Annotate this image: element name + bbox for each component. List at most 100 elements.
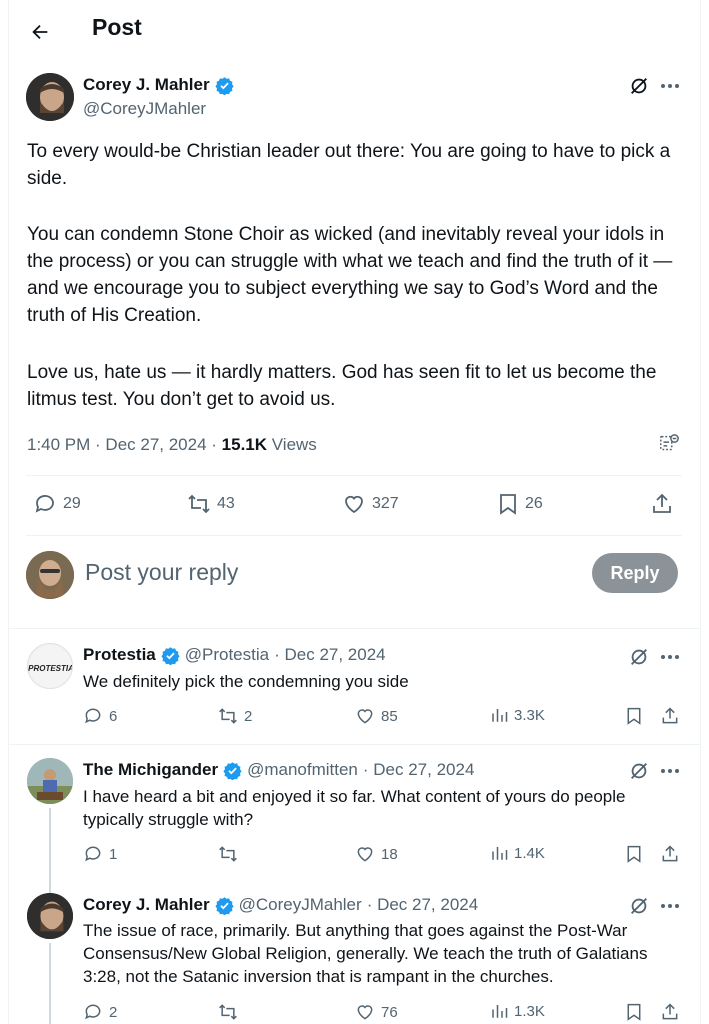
more-icon[interactable] — [658, 76, 682, 96]
verified-badge-icon — [161, 646, 180, 665]
views-action[interactable]: 1.4K — [490, 844, 545, 862]
like-count: 327 — [372, 495, 399, 512]
heart-icon — [357, 709, 373, 724]
views-count: 1.3K — [514, 1002, 545, 1020]
reply-text: The issue of race, primarily. But anythi… — [83, 921, 648, 986]
repost-icon — [219, 708, 237, 724]
post-text-p2: You can condemn Stone Choir as wicked (a… — [27, 224, 673, 326]
thread-line — [49, 943, 51, 1024]
post-text-p3: Love us, hate us — it hardly matters. Go… — [27, 362, 657, 410]
right-border — [700, 0, 701, 1024]
views-icon — [492, 847, 508, 860]
repost-action[interactable] — [218, 844, 244, 864]
bookmark-action[interactable] — [625, 1002, 643, 1022]
repost-action[interactable]: 43 — [187, 492, 235, 516]
like-count: 76 — [381, 1003, 398, 1021]
share-icon — [662, 845, 678, 862]
heart-icon — [357, 847, 373, 862]
reply-button[interactable]: Reply — [592, 553, 678, 593]
reply-author-name[interactable]: Corey J. Mahler — [83, 895, 210, 915]
reply-date[interactable]: · Dec 27, 2024 — [363, 760, 475, 780]
verified-badge-icon — [223, 761, 242, 780]
post-meta: 1:40 PM · Dec 27, 2024 · 15.1K Views — [27, 435, 317, 455]
bookmark-count: 26 — [525, 495, 543, 512]
share-icon — [653, 493, 671, 513]
post-timestamp[interactable]: 1:40 PM · Dec 27, 2024 · — [27, 435, 222, 454]
avatar[interactable] — [26, 73, 74, 121]
views-label: Views — [267, 435, 317, 454]
left-border — [8, 0, 9, 1024]
reply-action[interactable]: 1 — [83, 844, 117, 864]
more-icon[interactable] — [658, 647, 682, 667]
reply-action[interactable]: 2 — [83, 1002, 117, 1022]
bookmark-icon — [627, 707, 641, 725]
like-count: 85 — [381, 707, 398, 725]
views-action[interactable]: 1.3K — [490, 1002, 545, 1020]
reply-author-name[interactable]: The Michigander — [83, 760, 218, 780]
share-icon — [662, 707, 678, 724]
reply-count: 2 — [109, 1003, 118, 1021]
reply-date[interactable]: · Dec 27, 2024 — [367, 895, 479, 915]
repost-icon — [188, 494, 210, 514]
avatar[interactable]: PROTESTIA — [27, 643, 73, 689]
divider — [26, 535, 682, 536]
reply-icon — [35, 495, 54, 513]
bookmark-action[interactable] — [625, 706, 643, 726]
divider — [26, 475, 682, 476]
author-handle[interactable]: @CoreyJMahler — [83, 99, 206, 119]
verified-badge-icon — [215, 896, 234, 915]
composer-avatar — [26, 551, 74, 599]
analytics-icon[interactable] — [657, 432, 681, 456]
repost-count: 43 — [217, 495, 235, 512]
reply-date[interactable]: · Dec 27, 2024 — [274, 645, 386, 665]
bookmark-icon — [500, 494, 516, 515]
avatar[interactable] — [27, 758, 73, 804]
avatar[interactable] — [27, 893, 73, 939]
verified-badge-icon — [215, 76, 234, 95]
divider — [8, 744, 700, 745]
repost-action[interactable] — [218, 1002, 244, 1022]
divider — [8, 628, 700, 629]
reply-count: 1 — [109, 845, 118, 863]
grok-icon[interactable] — [627, 894, 651, 918]
share-action[interactable] — [650, 492, 674, 516]
share-action[interactable] — [660, 844, 680, 864]
repost-icon — [219, 1004, 237, 1020]
bookmark-icon — [627, 845, 641, 863]
views-count: 1.4K — [514, 844, 545, 862]
grok-icon[interactable] — [627, 759, 651, 783]
views-count: 15.1K — [221, 435, 268, 454]
protestia-logo: PROTESTIA — [28, 645, 72, 688]
bookmark-action[interactable]: 26 — [497, 492, 543, 516]
views-icon — [492, 1005, 508, 1018]
share-action[interactable] — [660, 706, 680, 726]
repost-action[interactable]: 2 — [218, 706, 252, 726]
page-title: Post — [92, 14, 142, 40]
reply-handle[interactable]: @CoreyJMahler — [239, 895, 362, 915]
share-action[interactable] — [660, 1002, 680, 1022]
heart-icon — [345, 495, 363, 514]
reply-action[interactable]: 6 — [83, 706, 117, 726]
back-arrow-icon[interactable] — [26, 18, 54, 46]
reply-handle[interactable]: @Protestia — [185, 645, 269, 665]
views-action[interactable]: 3.3K — [490, 706, 545, 724]
reply-handle[interactable]: @manofmitten — [247, 760, 358, 780]
like-action[interactable]: 18 — [355, 844, 398, 864]
heart-icon — [357, 1005, 373, 1020]
author-name[interactable]: Corey J. Mahler — [83, 75, 210, 95]
like-action[interactable]: 85 — [355, 706, 398, 726]
reply-text: I have heard a bit and enjoyed it so far… — [83, 787, 626, 829]
like-action[interactable]: 76 — [355, 1002, 398, 1022]
bookmark-action[interactable] — [625, 844, 643, 864]
like-action[interactable]: 327 — [342, 492, 399, 516]
more-icon[interactable] — [658, 896, 682, 916]
reply-count: 6 — [109, 707, 118, 725]
more-icon[interactable] — [658, 761, 682, 781]
reply-action[interactable]: 29 — [33, 492, 81, 516]
views-count: 3.3K — [514, 706, 545, 724]
grok-icon[interactable] — [627, 74, 651, 98]
reply-input[interactable]: Post your reply — [85, 559, 238, 586]
grok-icon[interactable] — [627, 645, 651, 669]
reply-author-name[interactable]: Protestia — [83, 645, 156, 665]
post-text-p1: To every would-be Christian leader out t… — [27, 141, 671, 189]
